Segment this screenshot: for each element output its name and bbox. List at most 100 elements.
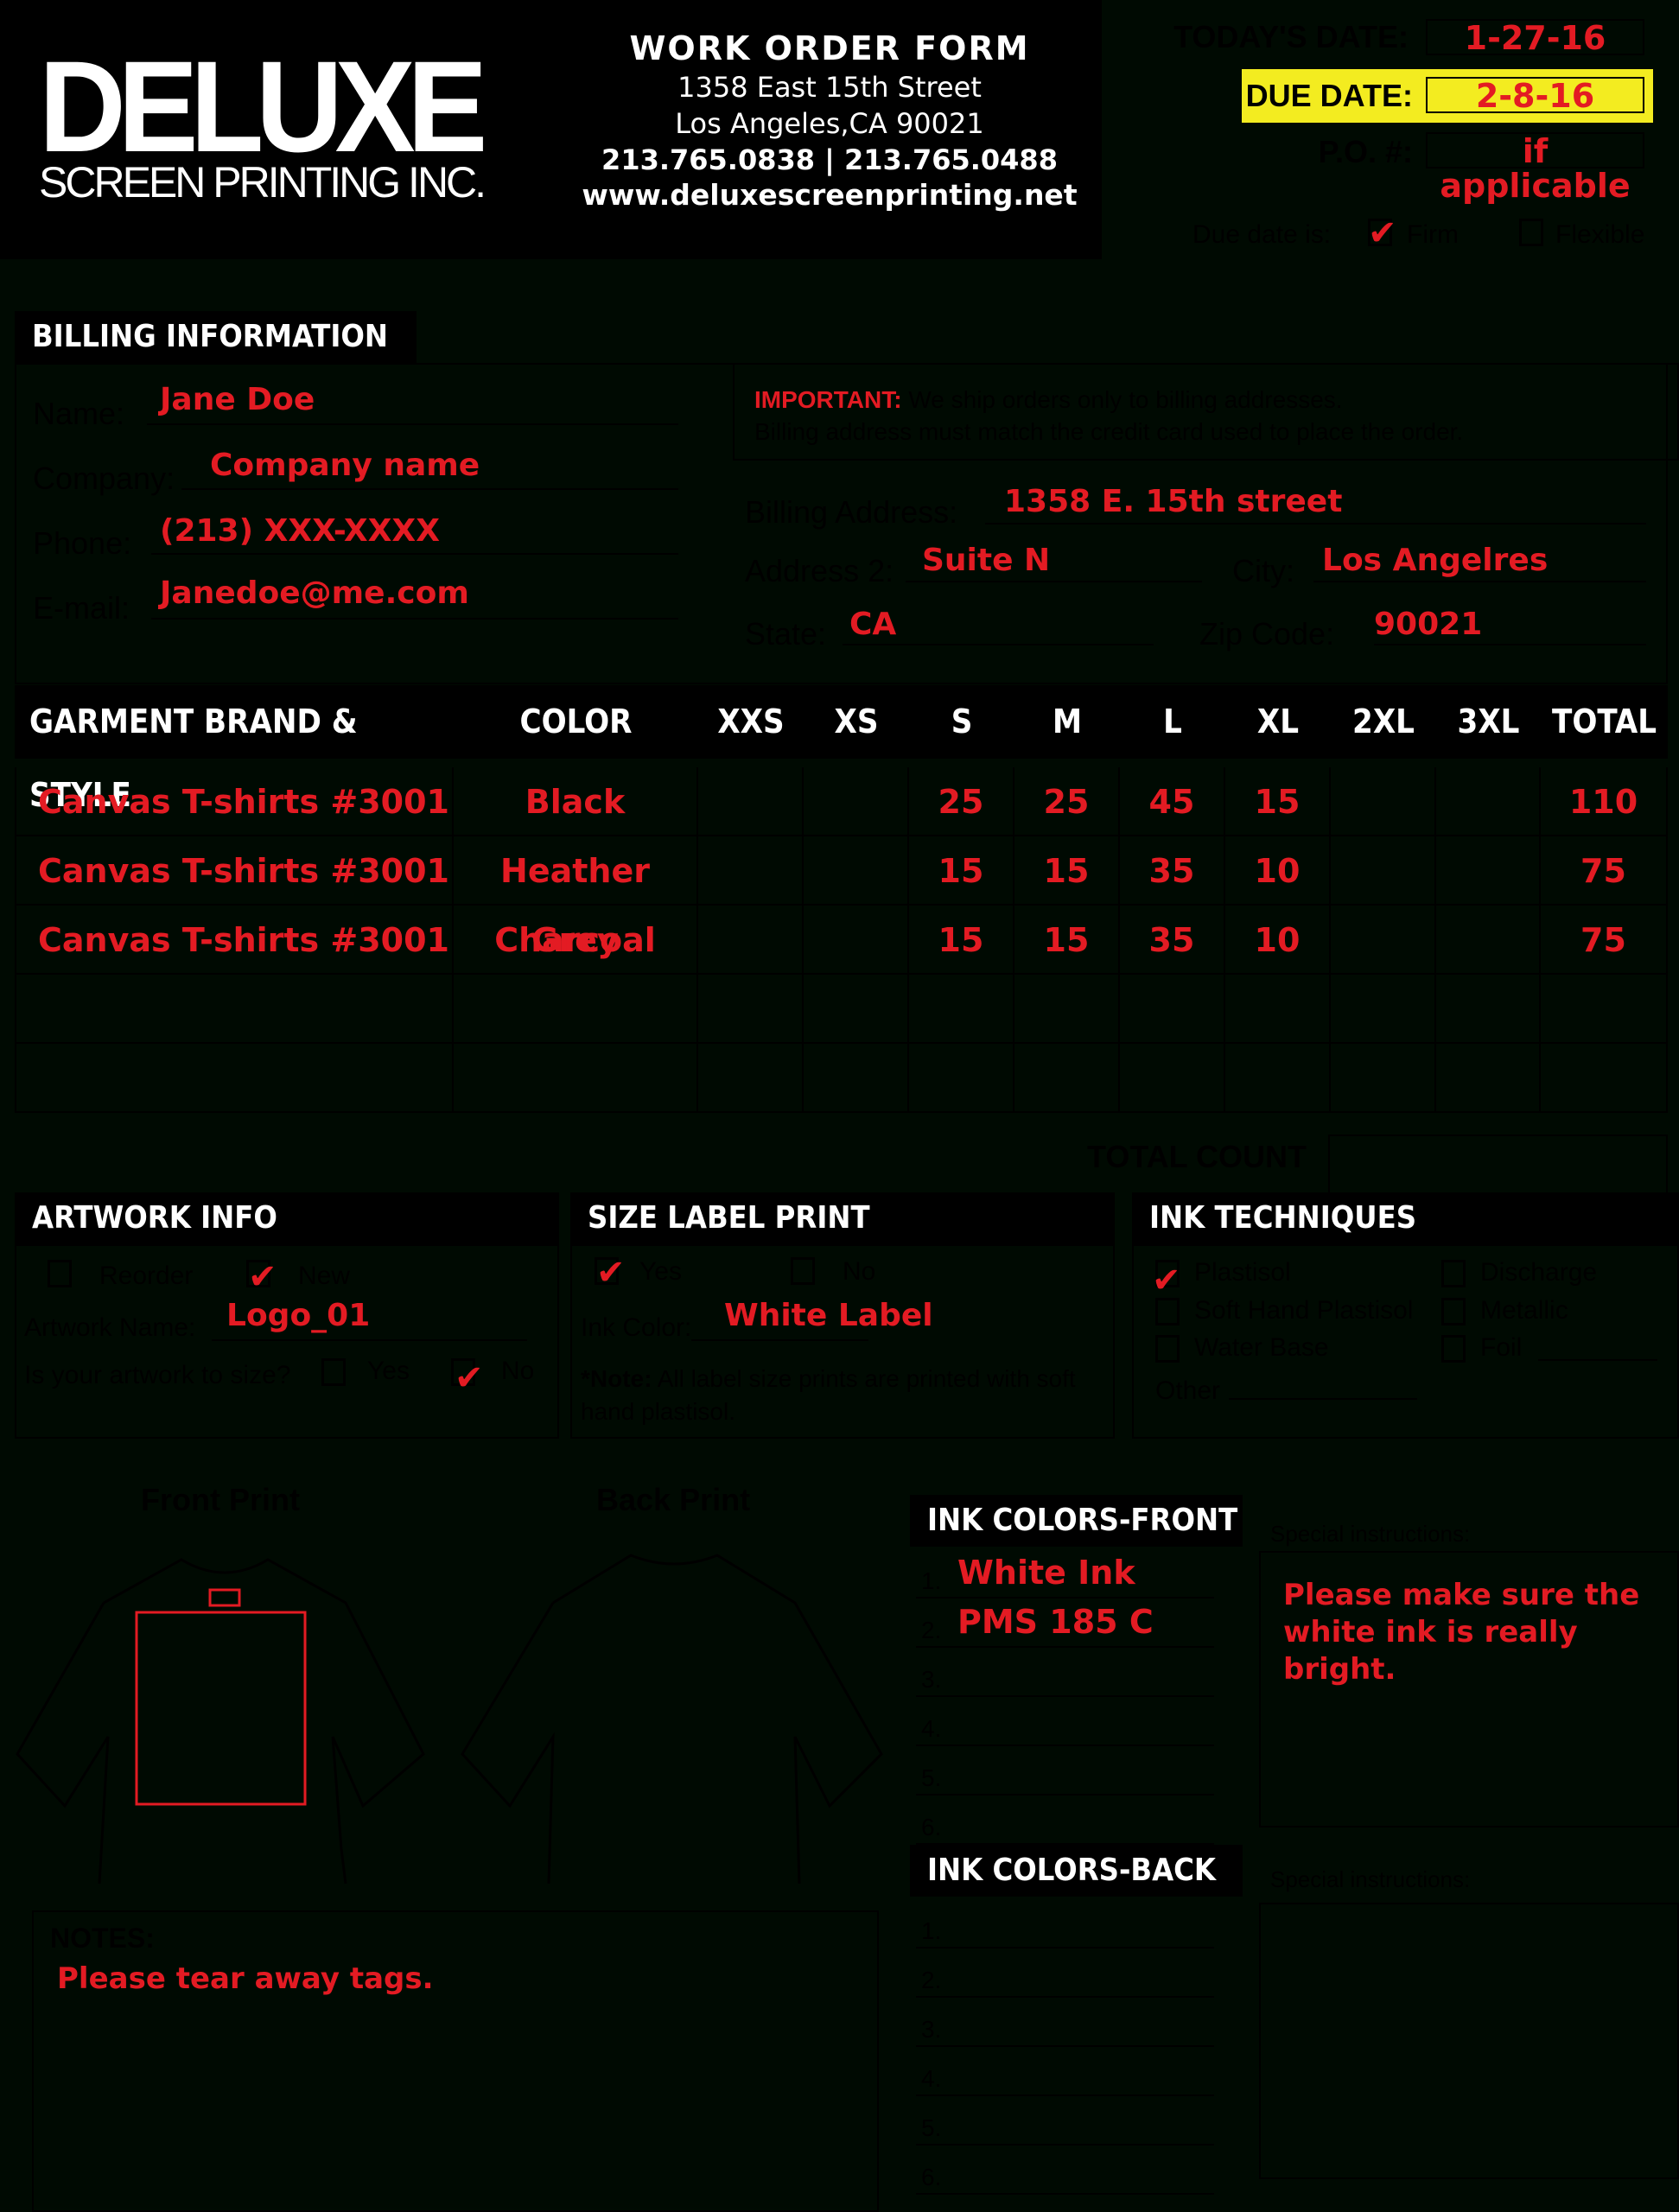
table-cell[interactable]: 75 [1541, 906, 1668, 975]
table-cell[interactable] [804, 1044, 909, 1113]
ink-color-row[interactable]: 1. [916, 1901, 1214, 1948]
table-cell[interactable]: Charcoal [454, 906, 698, 975]
todays-date-field[interactable]: 1-27-16 [1426, 19, 1644, 55]
table-cell[interactable]: Heather Grey [454, 836, 698, 959]
table-cell[interactable]: 45 [1120, 767, 1225, 836]
ink-technique-checkbox[interactable] [1441, 1298, 1466, 1325]
reorder-checkbox[interactable] [48, 1260, 72, 1287]
ink-color-row[interactable]: 3. [916, 1649, 1214, 1697]
table-cell[interactable]: 15 [909, 906, 1014, 975]
table-cell[interactable]: Canvas T-shirts #3001 [15, 767, 454, 836]
to-size-yes-checkbox[interactable] [321, 1358, 346, 1386]
table-cell[interactable]: 15 [1014, 906, 1120, 975]
table-cell[interactable]: 25 [1014, 767, 1120, 836]
table-cell[interactable] [1225, 1044, 1331, 1113]
table-cell[interactable] [909, 975, 1014, 1044]
notes-panel[interactable] [32, 1910, 879, 2212]
table-cell[interactable] [1541, 975, 1668, 1044]
table-cell[interactable] [698, 767, 804, 836]
table-cell[interactable] [454, 1044, 698, 1113]
ink-color-row[interactable]: 4. [916, 1699, 1214, 1746]
po-field[interactable]: if applicable [1426, 132, 1644, 203]
table-cell[interactable] [804, 906, 909, 975]
table-cell[interactable] [15, 975, 454, 1044]
back-special-instructions[interactable] [1259, 1903, 1679, 2179]
table-cell[interactable] [698, 906, 804, 975]
zip-field[interactable]: 90021 [1374, 607, 1482, 642]
flexible-checkbox[interactable] [1519, 219, 1543, 246]
table-cell[interactable]: 15 [909, 836, 1014, 906]
table-cell[interactable] [698, 975, 804, 1044]
table-cell[interactable]: 35 [1120, 836, 1225, 906]
ink-color-row[interactable]: 5. [916, 1748, 1214, 1796]
table-cell[interactable]: Black [454, 767, 698, 836]
due-date-field[interactable]: 2-8-16 [1426, 77, 1644, 113]
table-cell[interactable] [698, 836, 804, 906]
state-field[interactable]: CA [849, 607, 896, 642]
firm-label: Firm [1407, 220, 1459, 249]
table-cell[interactable] [1014, 975, 1120, 1044]
table-cell[interactable] [1436, 975, 1541, 1044]
size-label-no-checkbox[interactable] [791, 1257, 815, 1285]
email-field[interactable]: Janedoe@me.com [160, 575, 469, 611]
ink-color-row[interactable]: 2. PMS 185 C [916, 1600, 1214, 1648]
table-cell[interactable] [1331, 767, 1436, 836]
table-cell[interactable] [1436, 1044, 1541, 1113]
table-cell[interactable] [1331, 906, 1436, 975]
ink-color-row[interactable]: 5. [916, 2098, 1214, 2145]
table-cell[interactable] [909, 1044, 1014, 1113]
table-cell[interactable] [1436, 906, 1541, 975]
table-cell[interactable] [1331, 975, 1436, 1044]
table-cell[interactable] [1436, 767, 1541, 836]
table-cell[interactable] [804, 767, 909, 836]
ink-technique-checkbox[interactable] [1155, 1298, 1180, 1325]
city-field[interactable]: Los Angelres [1322, 543, 1548, 578]
company-website[interactable]: www.deluxescreenprinting.net [570, 178, 1089, 212]
table-cell[interactable]: Canvas T-shirts #3001 [15, 906, 454, 975]
ink-color-field[interactable]: White Label [724, 1298, 933, 1333]
billing-title: BILLING INFORMATION [15, 311, 417, 363]
ink-color-row[interactable]: 4. [916, 2049, 1214, 2096]
table-cell[interactable]: Canvas T-shirts #3001 [15, 836, 454, 906]
billing-address-field[interactable]: 1358 E. 15th street [1004, 484, 1342, 519]
column-header: COLOR [519, 702, 633, 741]
address2-field[interactable]: Suite N [922, 543, 1050, 578]
company-phones: 213.765.0838 | 213.765.0488 [601, 143, 1058, 176]
table-cell[interactable] [1014, 1044, 1120, 1113]
table-cell[interactable] [1120, 1044, 1225, 1113]
company-field[interactable]: Company name [210, 448, 480, 483]
front-shirt-outline [16, 1558, 425, 1885]
table-cell[interactable]: 110 [1541, 767, 1668, 836]
ink-color-row[interactable]: 6. [916, 1797, 1214, 1845]
table-cell[interactable] [804, 975, 909, 1044]
table-cell[interactable]: 35 [1120, 906, 1225, 975]
table-cell[interactable] [1331, 836, 1436, 906]
ink-technique-checkbox[interactable] [1441, 1260, 1466, 1287]
important-line1: We ship orders only to billing addresses… [908, 386, 1343, 413]
table-cell[interactable] [1225, 975, 1331, 1044]
ink-technique-checkbox[interactable] [1155, 1335, 1180, 1363]
table-cell[interactable]: 15 [1014, 836, 1120, 906]
table-cell[interactable] [698, 1044, 804, 1113]
phone-field[interactable]: (213) XXX-XXXX [160, 513, 440, 549]
table-cell[interactable] [1120, 975, 1225, 1044]
table-cell[interactable] [804, 836, 909, 906]
front-special-value: Please make sure the white ink is really… [1283, 1578, 1640, 1687]
table-cell[interactable] [15, 1044, 454, 1113]
ink-color-row[interactable]: 6. [916, 2147, 1214, 2195]
name-field[interactable]: Jane Doe [160, 382, 315, 417]
ink-color-row[interactable]: 2. [916, 1950, 1214, 1998]
table-cell[interactable]: 15 [1225, 767, 1331, 836]
table-cell[interactable]: 75 [1541, 836, 1668, 906]
table-cell[interactable] [1331, 1044, 1436, 1113]
table-cell[interactable]: 25 [909, 767, 1014, 836]
table-cell[interactable]: 10 [1225, 836, 1331, 906]
ink-color-row[interactable]: 3. [916, 1999, 1214, 2047]
table-cell[interactable] [1436, 836, 1541, 906]
table-cell[interactable]: 10 [1225, 906, 1331, 975]
table-cell[interactable] [454, 975, 698, 1044]
table-cell[interactable] [1541, 1044, 1668, 1113]
ink-color-row[interactable]: 1. White Ink [916, 1551, 1214, 1599]
artwork-name-field[interactable]: Logo_01 [226, 1298, 370, 1333]
ink-technique-checkbox[interactable] [1441, 1335, 1466, 1363]
